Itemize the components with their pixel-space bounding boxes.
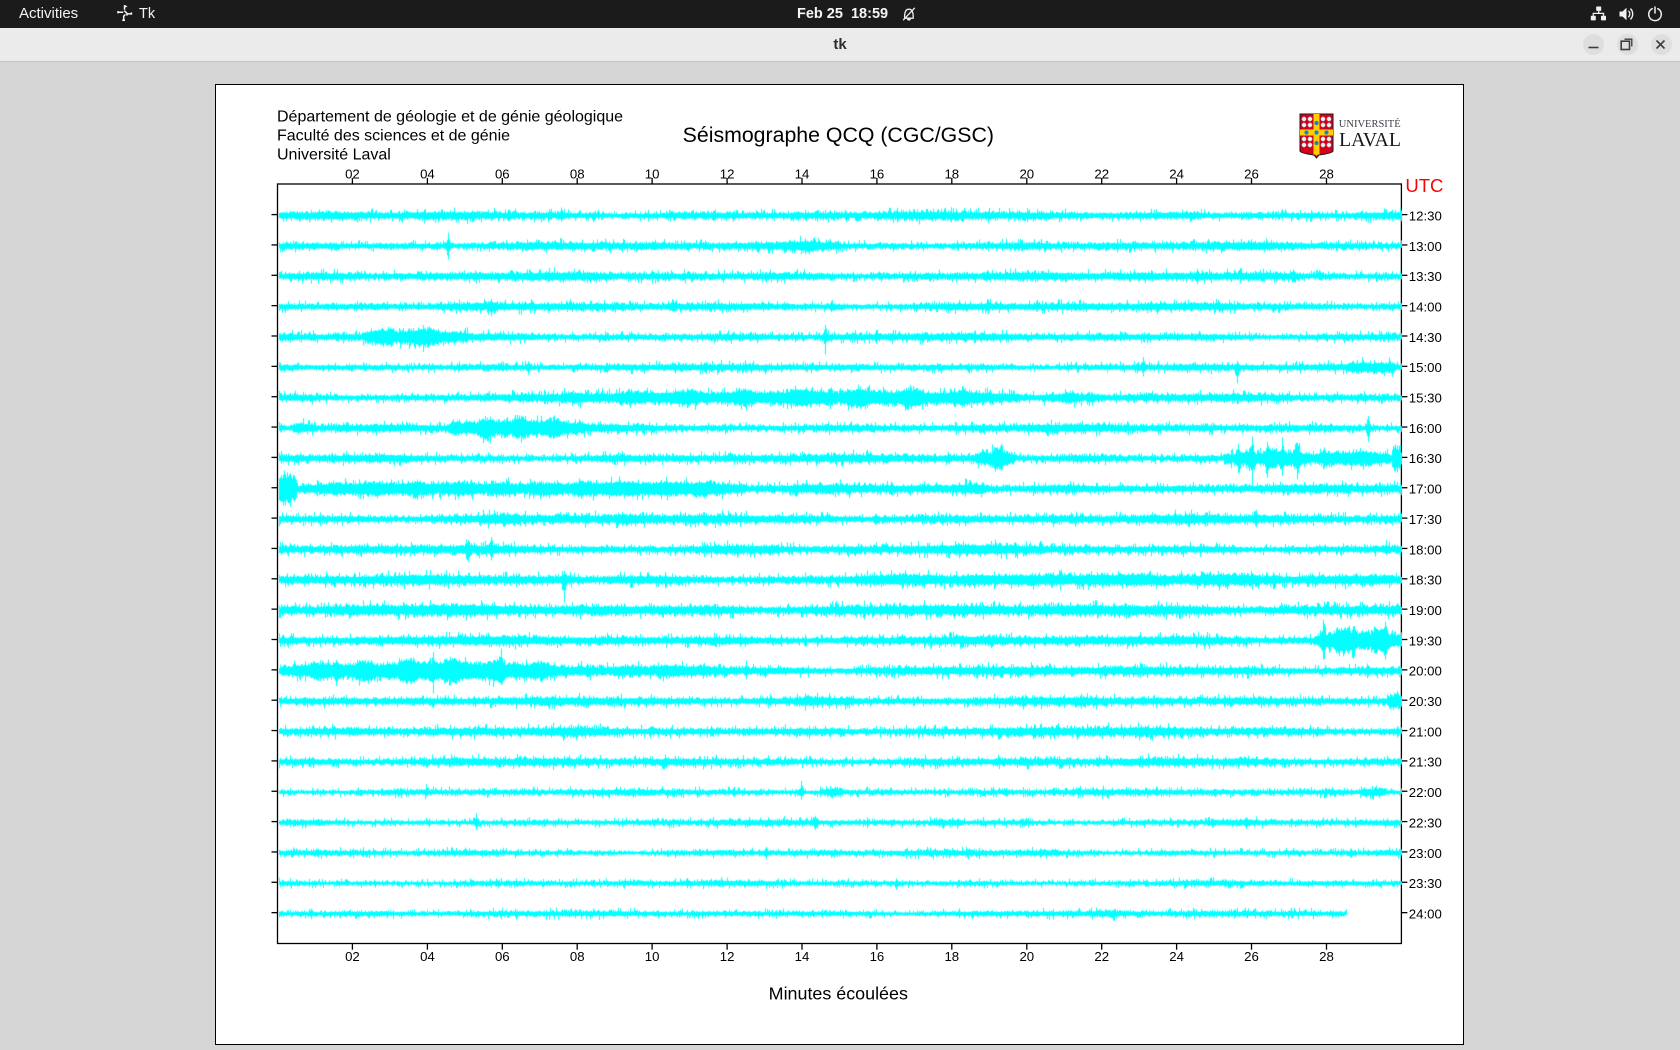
svg-text:13:00: 13:00 [1409, 239, 1442, 254]
svg-text:20: 20 [1019, 166, 1034, 181]
svg-text:06: 06 [495, 166, 510, 181]
svg-text:UTC: UTC [1405, 175, 1443, 196]
svg-text:14:00: 14:00 [1409, 299, 1442, 314]
svg-text:23:00: 23:00 [1409, 846, 1442, 861]
svg-text:18:30: 18:30 [1409, 573, 1442, 588]
svg-text:02: 02 [345, 166, 360, 181]
svg-text:22:00: 22:00 [1409, 785, 1442, 800]
svg-text:17:30: 17:30 [1409, 512, 1442, 527]
svg-text:10: 10 [645, 166, 660, 181]
svg-text:16:00: 16:00 [1409, 421, 1442, 436]
svg-text:12:30: 12:30 [1409, 208, 1442, 223]
svg-text:28: 28 [1319, 166, 1334, 181]
svg-text:26: 26 [1244, 166, 1259, 181]
svg-text:16: 16 [870, 166, 885, 181]
svg-text:04: 04 [420, 166, 435, 181]
svg-text:24: 24 [1169, 949, 1184, 964]
svg-text:16:30: 16:30 [1409, 451, 1442, 466]
svg-text:Faculté des sciences et de gén: Faculté des sciences et de génie [277, 128, 510, 145]
svg-text:14:30: 14:30 [1409, 330, 1442, 345]
svg-text:24: 24 [1169, 166, 1184, 181]
svg-text:22: 22 [1094, 166, 1109, 181]
svg-text:15:00: 15:00 [1409, 360, 1442, 375]
svg-text:12: 12 [720, 166, 735, 181]
svg-text:Université Laval: Université Laval [277, 147, 391, 164]
svg-text:10: 10 [645, 949, 660, 964]
svg-text:13:30: 13:30 [1409, 269, 1442, 284]
svg-text:18: 18 [944, 166, 959, 181]
svg-text:12: 12 [720, 949, 735, 964]
svg-text:08: 08 [570, 166, 585, 181]
svg-text:28: 28 [1319, 949, 1334, 964]
svg-text:Minutes écoulées: Minutes écoulées [769, 984, 908, 1004]
svg-text:14: 14 [795, 166, 810, 181]
svg-text:LAVAL: LAVAL [1339, 129, 1401, 151]
svg-text:24:00: 24:00 [1409, 906, 1442, 921]
svg-text:20:30: 20:30 [1409, 694, 1442, 709]
svg-text:18: 18 [944, 949, 959, 964]
svg-text:04: 04 [420, 949, 435, 964]
svg-text:20:00: 20:00 [1409, 664, 1442, 679]
svg-text:21:30: 21:30 [1409, 755, 1442, 770]
svg-text:15:30: 15:30 [1409, 391, 1442, 406]
svg-text:17:00: 17:00 [1409, 482, 1442, 497]
svg-text:16: 16 [870, 949, 885, 964]
svg-text:18:00: 18:00 [1409, 542, 1442, 557]
svg-text:22: 22 [1094, 949, 1109, 964]
svg-text:Département de géologie et de: Département de géologie et de génie géol… [277, 109, 623, 126]
svg-text:08: 08 [570, 949, 585, 964]
svg-text:26: 26 [1244, 949, 1259, 964]
svg-text:19:30: 19:30 [1409, 633, 1442, 648]
svg-text:06: 06 [495, 949, 510, 964]
svg-text:23:30: 23:30 [1409, 876, 1442, 891]
svg-text:22:30: 22:30 [1409, 815, 1442, 830]
svg-text:Séismographe QCQ (CGC/GSC): Séismographe QCQ (CGC/GSC) [683, 123, 994, 147]
svg-text:14: 14 [795, 949, 810, 964]
svg-text:20: 20 [1019, 949, 1034, 964]
svg-text:21:00: 21:00 [1409, 724, 1442, 739]
svg-text:19:00: 19:00 [1409, 603, 1442, 618]
svg-text:02: 02 [345, 949, 360, 964]
